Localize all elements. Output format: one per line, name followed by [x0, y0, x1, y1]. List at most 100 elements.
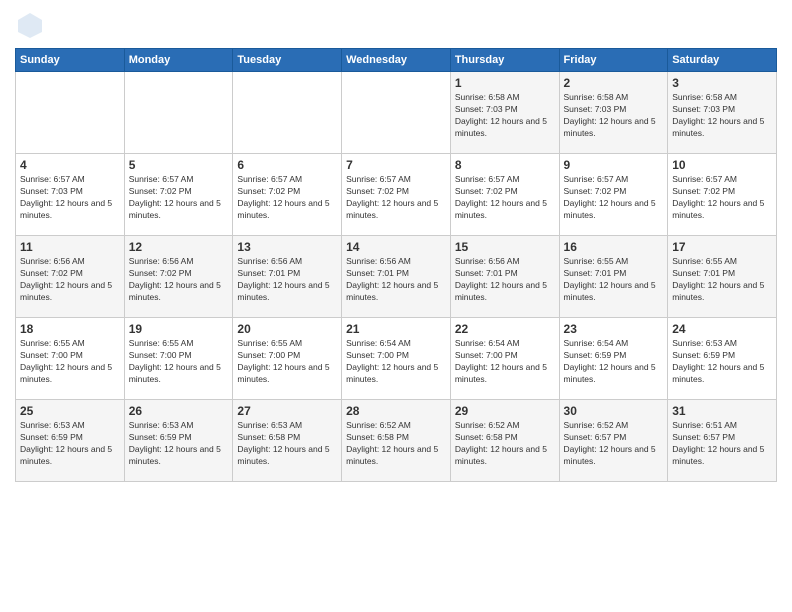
day-info: Sunrise: 6:57 AM Sunset: 7:02 PM Dayligh…: [564, 174, 664, 222]
day-number: 11: [20, 240, 120, 254]
day-number: 16: [564, 240, 664, 254]
day-info: Sunrise: 6:52 AM Sunset: 6:57 PM Dayligh…: [564, 420, 664, 468]
calendar-cell: 23 Sunrise: 6:54 AM Sunset: 6:59 PM Dayli…: [559, 318, 668, 400]
calendar-week-row: 1 Sunrise: 6:58 AM Sunset: 7:03 PM Daylig…: [16, 72, 777, 154]
calendar-cell: 9 Sunrise: 6:57 AM Sunset: 7:02 PM Daylig…: [559, 154, 668, 236]
day-info: Sunrise: 6:53 AM Sunset: 6:59 PM Dayligh…: [20, 420, 120, 468]
calendar-cell: 16 Sunrise: 6:55 AM Sunset: 7:01 PM Dayli…: [559, 236, 668, 318]
calendar-cell: 10 Sunrise: 6:57 AM Sunset: 7:02 PM Dayli…: [668, 154, 777, 236]
day-info: Sunrise: 6:58 AM Sunset: 7:03 PM Dayligh…: [455, 92, 555, 140]
calendar-cell: 6 Sunrise: 6:57 AM Sunset: 7:02 PM Daylig…: [233, 154, 342, 236]
day-number: 12: [129, 240, 229, 254]
day-number: 9: [564, 158, 664, 172]
day-number: 8: [455, 158, 555, 172]
day-info: Sunrise: 6:55 AM Sunset: 7:01 PM Dayligh…: [672, 256, 772, 304]
calendar-cell: 30Sunrise: 6:52 AM Sunset: 6:57 PM Dayli…: [559, 400, 668, 482]
calendar-cell: 1 Sunrise: 6:58 AM Sunset: 7:03 PM Daylig…: [450, 72, 559, 154]
day-info: Sunrise: 6:53 AM Sunset: 6:58 PM Dayligh…: [237, 420, 337, 468]
day-info: Sunrise: 6:53 AM Sunset: 6:59 PM Dayligh…: [672, 338, 772, 386]
calendar-cell: [233, 72, 342, 154]
day-number: 1: [455, 76, 555, 90]
calendar-cell: 19Sunrise: 6:55 AM Sunset: 7:00 PM Dayli…: [124, 318, 233, 400]
day-number: 10: [672, 158, 772, 172]
calendar-cell: 24Sunrise: 6:53 AM Sunset: 6:59 PM Dayli…: [668, 318, 777, 400]
calendar-cell: 14Sunrise: 6:56 AM Sunset: 7:01 PM Dayli…: [342, 236, 451, 318]
calendar-cell: [124, 72, 233, 154]
calendar-cell: 8 Sunrise: 6:57 AM Sunset: 7:02 PM Daylig…: [450, 154, 559, 236]
day-info: Sunrise: 6:57 AM Sunset: 7:02 PM Dayligh…: [455, 174, 555, 222]
calendar-cell: 26 Sunrise: 6:53 AM Sunset: 6:59 PM Dayli…: [124, 400, 233, 482]
calendar-cell: 28 Sunrise: 6:52 AM Sunset: 6:58 PM Dayli…: [342, 400, 451, 482]
day-number: 13: [237, 240, 337, 254]
calendar-cell: 17 Sunrise: 6:55 AM Sunset: 7:01 PM Dayli…: [668, 236, 777, 318]
col-header-tuesday: Tuesday: [233, 49, 342, 72]
day-info: Sunrise: 6:54 AM Sunset: 6:59 PM Dayligh…: [564, 338, 664, 386]
calendar-week-row: 25 Sunrise: 6:53 AM Sunset: 6:59 PM Dayli…: [16, 400, 777, 482]
col-header-saturday: Saturday: [668, 49, 777, 72]
calendar-cell: [16, 72, 125, 154]
calendar-cell: 22 Sunrise: 6:54 AM Sunset: 7:00 PM Dayli…: [450, 318, 559, 400]
day-info: Sunrise: 6:54 AM Sunset: 7:00 PM Dayligh…: [346, 338, 446, 386]
day-number: 14: [346, 240, 446, 254]
day-info: Sunrise: 6:52 AM Sunset: 6:58 PM Dayligh…: [346, 420, 446, 468]
day-info: Sunrise: 6:56 AM Sunset: 7:02 PM Dayligh…: [20, 256, 120, 304]
calendar-week-row: 18 Sunrise: 6:55 AM Sunset: 7:00 PM Dayli…: [16, 318, 777, 400]
day-number: 20: [237, 322, 337, 336]
calendar-cell: 12Sunrise: 6:56 AM Sunset: 7:02 PM Dayli…: [124, 236, 233, 318]
day-info: Sunrise: 6:55 AM Sunset: 7:01 PM Dayligh…: [564, 256, 664, 304]
day-number: 6: [237, 158, 337, 172]
day-number: 19: [129, 322, 229, 336]
calendar-cell: 2Sunrise: 6:58 AM Sunset: 7:03 PM Daylig…: [559, 72, 668, 154]
day-info: Sunrise: 6:52 AM Sunset: 6:58 PM Dayligh…: [455, 420, 555, 468]
day-number: 2: [564, 76, 664, 90]
day-number: 29: [455, 404, 555, 418]
calendar-table: SundayMondayTuesdayWednesdayThursdayFrid…: [15, 48, 777, 482]
day-number: 17: [672, 240, 772, 254]
day-number: 22: [455, 322, 555, 336]
day-info: Sunrise: 6:57 AM Sunset: 7:02 PM Dayligh…: [237, 174, 337, 222]
day-number: 27: [237, 404, 337, 418]
col-header-monday: Monday: [124, 49, 233, 72]
day-info: Sunrise: 6:56 AM Sunset: 7:01 PM Dayligh…: [237, 256, 337, 304]
day-info: Sunrise: 6:54 AM Sunset: 7:00 PM Dayligh…: [455, 338, 555, 386]
day-number: 23: [564, 322, 664, 336]
day-info: Sunrise: 6:57 AM Sunset: 7:02 PM Dayligh…: [672, 174, 772, 222]
day-info: Sunrise: 6:51 AM Sunset: 6:57 PM Dayligh…: [672, 420, 772, 468]
calendar-cell: 11 Sunrise: 6:56 AM Sunset: 7:02 PM Dayli…: [16, 236, 125, 318]
day-number: 25: [20, 404, 120, 418]
day-number: 15: [455, 240, 555, 254]
col-header-wednesday: Wednesday: [342, 49, 451, 72]
calendar-cell: 25 Sunrise: 6:53 AM Sunset: 6:59 PM Dayli…: [16, 400, 125, 482]
day-info: Sunrise: 6:56 AM Sunset: 7:01 PM Dayligh…: [455, 256, 555, 304]
day-info: Sunrise: 6:57 AM Sunset: 7:02 PM Dayligh…: [129, 174, 229, 222]
calendar-cell: 31 Sunrise: 6:51 AM Sunset: 6:57 PM Dayli…: [668, 400, 777, 482]
day-number: 21: [346, 322, 446, 336]
calendar-cell: 27 Sunrise: 6:53 AM Sunset: 6:58 PM Dayli…: [233, 400, 342, 482]
day-number: 4: [20, 158, 120, 172]
col-header-thursday: Thursday: [450, 49, 559, 72]
calendar-cell: 4 Sunrise: 6:57 AM Sunset: 7:03 PM Daylig…: [16, 154, 125, 236]
calendar-cell: 21 Sunrise: 6:54 AM Sunset: 7:00 PM Dayli…: [342, 318, 451, 400]
logo: [15, 10, 47, 40]
day-number: 18: [20, 322, 120, 336]
day-number: 31: [672, 404, 772, 418]
day-info: Sunrise: 6:55 AM Sunset: 7:00 PM Dayligh…: [20, 338, 120, 386]
calendar-header-row: SundayMondayTuesdayWednesdayThursdayFrid…: [16, 49, 777, 72]
day-number: 7: [346, 158, 446, 172]
calendar-cell: 13 Sunrise: 6:56 AM Sunset: 7:01 PM Dayli…: [233, 236, 342, 318]
calendar-cell: 29 Sunrise: 6:52 AM Sunset: 6:58 PM Dayli…: [450, 400, 559, 482]
header: [15, 10, 777, 40]
day-info: Sunrise: 6:57 AM Sunset: 7:02 PM Dayligh…: [346, 174, 446, 222]
calendar-cell: 15 Sunrise: 6:56 AM Sunset: 7:01 PM Dayli…: [450, 236, 559, 318]
calendar-week-row: 4 Sunrise: 6:57 AM Sunset: 7:03 PM Daylig…: [16, 154, 777, 236]
day-number: 26: [129, 404, 229, 418]
day-info: Sunrise: 6:58 AM Sunset: 7:03 PM Dayligh…: [672, 92, 772, 140]
day-info: Sunrise: 6:55 AM Sunset: 7:00 PM Dayligh…: [237, 338, 337, 386]
page-container: SundayMondayTuesdayWednesdayThursdayFrid…: [0, 0, 792, 492]
day-number: 28: [346, 404, 446, 418]
calendar-cell: [342, 72, 451, 154]
day-info: Sunrise: 6:53 AM Sunset: 6:59 PM Dayligh…: [129, 420, 229, 468]
day-number: 5: [129, 158, 229, 172]
day-info: Sunrise: 6:57 AM Sunset: 7:03 PM Dayligh…: [20, 174, 120, 222]
calendar-cell: 5 Sunrise: 6:57 AM Sunset: 7:02 PM Daylig…: [124, 154, 233, 236]
